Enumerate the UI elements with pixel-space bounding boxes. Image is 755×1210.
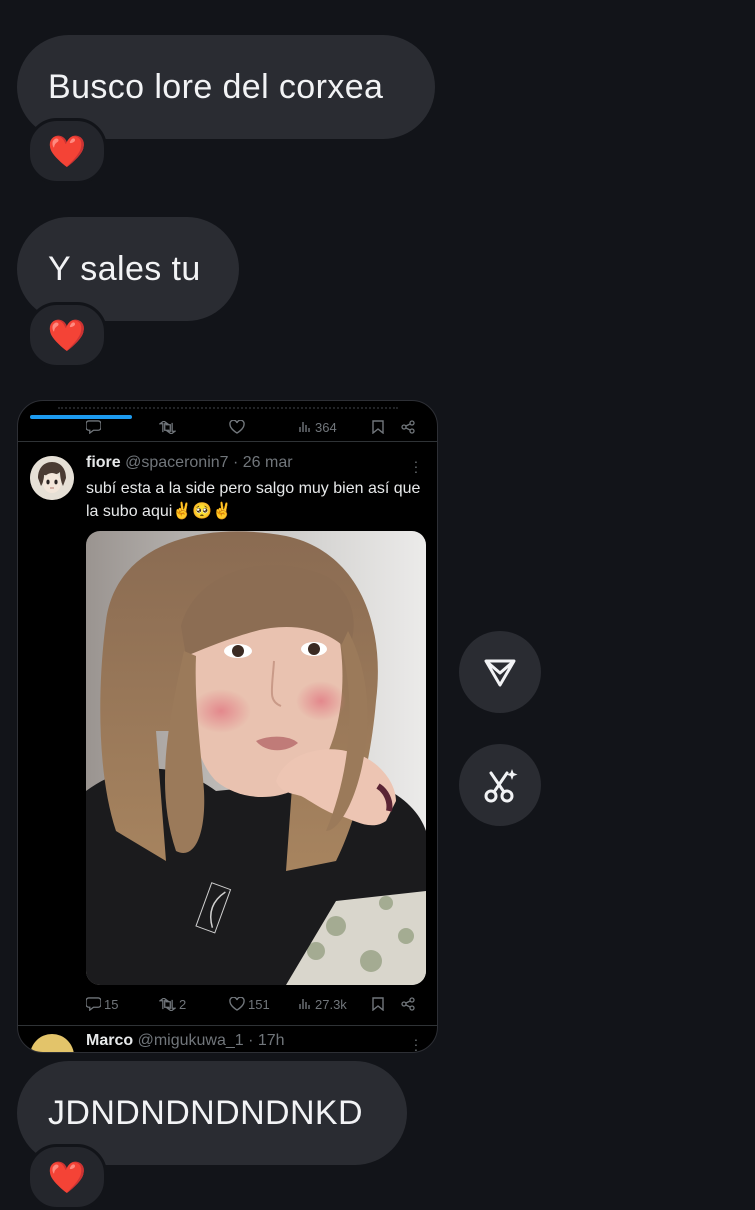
bookmark-icon[interactable]	[372, 997, 384, 1011]
tweet-photo[interactable]	[86, 531, 426, 985]
views-stat[interactable]: 27.3k	[299, 997, 347, 1012]
tweet-actions: 15 2 151 27.3k	[18, 994, 437, 1014]
more-options-icon[interactable]: · · ·	[413, 454, 419, 478]
heart-reaction[interactable]: ❤️	[27, 1144, 107, 1210]
bookmark-icon[interactable]	[372, 420, 384, 434]
heart-icon: ❤️	[47, 133, 87, 169]
more-options-icon[interactable]: · · ·	[413, 1032, 419, 1052]
tweet-header: fiore @spaceronin7 · 26 mar	[86, 454, 293, 472]
tweet-text: subí esta a la side pero salgo muy bien …	[86, 480, 421, 520]
send-icon	[484, 659, 516, 687]
heart-icon: ❤️	[47, 317, 87, 353]
retweet-icon	[159, 997, 176, 1011]
tweet-date: · 17h	[248, 1032, 285, 1049]
heart-icon: ❤️	[47, 1159, 87, 1195]
prev-tweet-actions: 364	[18, 417, 437, 437]
like-icon	[229, 997, 245, 1011]
share-icon[interactable]	[401, 420, 415, 434]
message-text: JDNDNDNDNDNKD	[48, 1093, 363, 1132]
reply-stat[interactable]: 15	[86, 997, 118, 1012]
display-name[interactable]: Marco	[86, 1032, 133, 1049]
views-count: 27.3k	[315, 996, 347, 1012]
retweet-icon[interactable]	[159, 420, 176, 434]
views-stat[interactable]: 364	[299, 420, 337, 435]
share-icon[interactable]	[401, 997, 415, 1011]
reply-icon[interactable]	[86, 420, 101, 434]
heart-reaction[interactable]: ❤️	[27, 118, 107, 184]
avatar[interactable]	[30, 1034, 74, 1052]
retweet-stat[interactable]: 2	[159, 997, 186, 1012]
handle[interactable]: @spaceronin7	[125, 454, 228, 471]
retweet-count: 2	[179, 996, 187, 1012]
message-text: Busco lore del corxea	[48, 67, 384, 106]
handle[interactable]: @migukuwa_1	[138, 1032, 244, 1049]
tab-strip	[58, 401, 398, 409]
shared-tweet-image[interactable]: 364 fiore @spaceronin7 · 26 mar · · · subí…	[17, 400, 438, 1053]
share-button[interactable]	[459, 631, 541, 713]
heart-reaction[interactable]: ❤️	[27, 302, 107, 368]
display-name[interactable]: fiore	[86, 454, 121, 471]
like-icon[interactable]	[229, 420, 245, 434]
avatar[interactable]	[30, 456, 74, 500]
views-icon	[299, 422, 310, 432]
message-text: Y sales tu	[48, 249, 201, 288]
remix-button[interactable]	[459, 744, 541, 826]
divider	[18, 1025, 437, 1026]
views-icon	[299, 999, 310, 1009]
reply-count: 15	[104, 996, 119, 1012]
views-count: 364	[315, 419, 337, 435]
like-count: 151	[248, 996, 270, 1012]
next-tweet-header: Marco @migukuwa_1 · 17h	[86, 1032, 285, 1050]
scissors-sparkle-icon	[484, 769, 518, 803]
tweet-date: · 26 mar	[233, 454, 293, 471]
like-stat[interactable]: 151	[229, 997, 270, 1012]
reply-icon	[86, 997, 101, 1011]
divider	[18, 441, 437, 442]
